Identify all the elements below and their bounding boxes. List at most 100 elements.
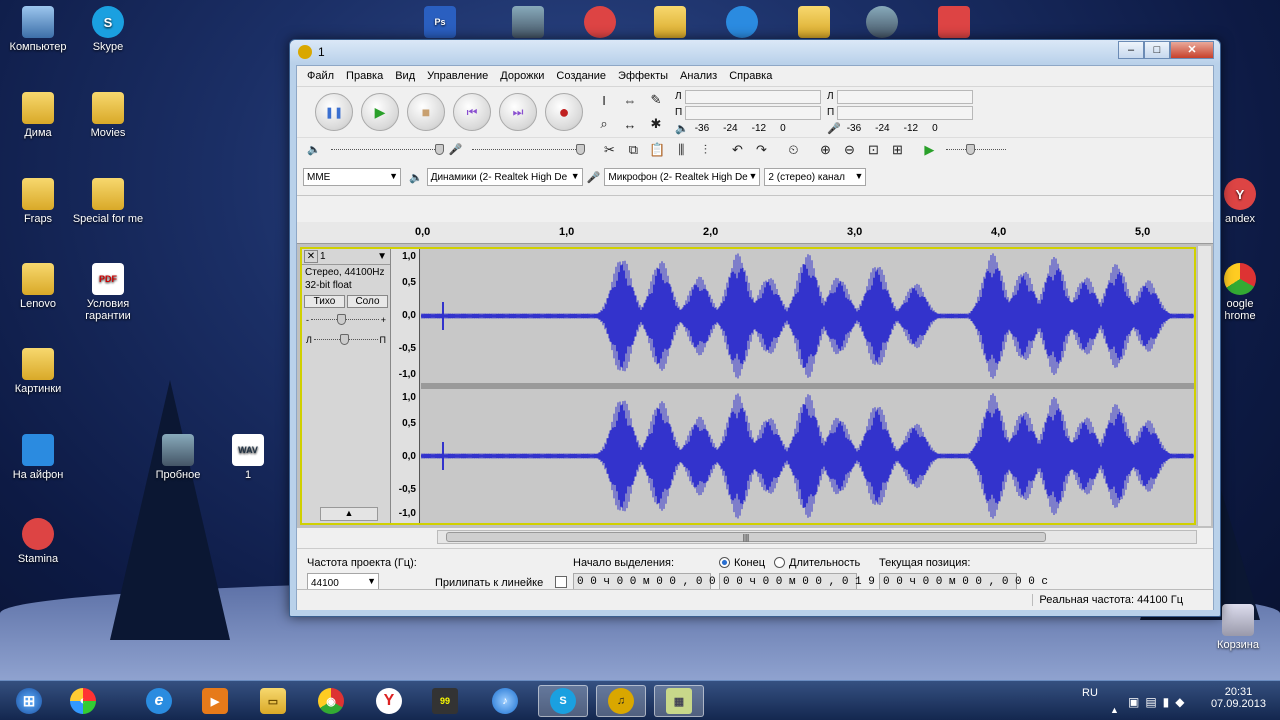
taskbar-notes[interactable]: ▦ [654,685,704,717]
zoom-out-icon[interactable]: ⊖ [838,139,860,161]
horizontal-scrollbar[interactable]: ||| [437,530,1197,544]
maximize-button[interactable]: □ [1144,41,1170,59]
timeshift-tool[interactable]: ↔ [619,113,641,135]
track-name[interactable]: 1 [320,251,377,262]
skip-to-end-button[interactable]: ⏭ [499,93,537,131]
taskbar-itunes[interactable]: ♪ [480,685,530,717]
taskbar-chrome[interactable]: ◉ [306,685,356,717]
taskbar-ie[interactable]: e [134,685,184,717]
recording-device-select[interactable]: Микрофон (2- Realtek High De ▼ [604,168,761,186]
taskbar-aimp[interactable]: 99 [420,685,470,717]
track-menu-arrow-icon[interactable]: ▼ [377,251,390,262]
track-close-icon[interactable]: ✕ [304,250,318,263]
multi-tool[interactable]: ✱ [645,113,667,135]
envelope-tool[interactable]: ⇔ [619,89,641,111]
fit-project-icon[interactable]: ⊞ [886,139,908,161]
desktop-icon-pictures[interactable]: Картинки [0,348,76,395]
collapse-track-button[interactable]: ▲ [320,507,378,521]
pause-button[interactable]: ❚❚ [315,93,353,131]
taskbar-yandex[interactable]: Y [364,685,414,717]
title-bar[interactable]: 1 – □ ✕ [290,40,1220,64]
desktop-top-icon[interactable] [580,6,620,41]
desktop-icon-special[interactable]: Special for me [70,178,146,225]
record-button[interactable]: ● [545,93,583,131]
playback-device-select[interactable]: Динамики (2- Realtek High De ▼ [426,168,583,186]
undo-icon[interactable]: ↶ [726,139,748,161]
skip-to-start-button[interactable]: ⏮ [453,93,491,131]
paste-icon[interactable]: 📋 [646,139,668,161]
desktop-top-icon[interactable] [934,6,974,41]
cut-icon[interactable]: ✂ [598,139,620,161]
menu-tracks[interactable]: Дорожки [494,70,550,82]
gain-slider[interactable] [311,314,379,326]
waveform-display[interactable] [421,249,1194,523]
desktop-icon-computer[interactable]: Компьютер [0,6,76,53]
taskbar-audacity[interactable]: ♫ [596,685,646,717]
mute-button[interactable]: Тихо [304,295,345,308]
clock[interactable]: 20:31 07.09.2013 [1211,686,1266,710]
audio-track[interactable]: ✕ 1 ▼ Стерео, 44100Hz 32-bit float Тихо … [300,247,1196,525]
desktop-icon-dima[interactable]: Дима [0,92,76,139]
desktop-top-icon[interactable] [862,6,902,41]
zoom-in-icon[interactable]: ⊕ [814,139,836,161]
redo-icon[interactable]: ↷ [750,139,772,161]
desktop-icon-wav[interactable]: WAV 1 [210,434,286,481]
input-volume-slider[interactable] [472,143,586,156]
menu-transport[interactable]: Управление [421,70,494,82]
vertical-scrollbar[interactable] [1197,246,1211,526]
channels-select[interactable]: 2 (стерео) канал ▼ [764,168,867,186]
timeline-ruler[interactable]: 0,0 1,0 2,0 3,0 4,0 5,0 [297,222,1213,244]
taskbar-explorer[interactable]: ▭ [248,685,298,717]
trim-icon[interactable]: ⫼ [670,139,692,161]
desktop-top-icon[interactable]: Ps [420,6,460,41]
menu-analyze[interactable]: Анализ [674,70,723,82]
pan-slider[interactable] [313,334,378,346]
zoom-tool[interactable]: ⌕ [593,113,615,135]
menu-view[interactable]: Вид [389,70,421,82]
sync-lock-icon[interactable]: ⏲ [782,139,804,161]
tray-arrow-icon[interactable]: ▲ [1110,705,1119,715]
desktop-icon-probnoe[interactable]: Пробное [140,434,216,481]
minimize-button[interactable]: – [1118,41,1144,59]
start-button[interactable]: ⊞ [4,685,54,717]
playback-meter[interactable]: Л П 🔈 -36 -24 -12 0 [675,89,821,135]
desktop-icon-fraps[interactable]: Fraps [0,178,76,225]
language-indicator[interactable]: RU [1082,687,1098,699]
copy-icon[interactable]: ⧉ [622,139,644,161]
length-radio[interactable] [774,557,785,568]
play-at-speed-icon[interactable]: ▶ [918,139,940,161]
stop-button[interactable]: ■ [407,93,445,131]
desktop-top-icon[interactable] [794,6,834,41]
menu-edit[interactable]: Правка [340,70,389,82]
selection-tool[interactable]: I [593,89,615,111]
menu-effects[interactable]: Эффекты [612,70,674,82]
desktop-icon-warranty[interactable]: PDF Условия гарантии [70,263,146,322]
desktop-icon-movies[interactable]: Movies [70,92,146,139]
menu-help[interactable]: Справка [723,70,778,82]
menu-file[interactable]: Файл [301,70,340,82]
host-select[interactable]: MME ▼ [303,168,401,186]
desktop-icon-stamina[interactable]: Stamina [0,518,76,565]
desktop-icon-lenovo[interactable]: Lenovo [0,263,76,310]
desktop-top-icon[interactable] [508,6,548,41]
desktop-icon-iphone[interactable]: На айфон [0,434,76,481]
end-radio[interactable] [719,557,730,568]
fit-selection-icon[interactable]: ⊡ [862,139,884,161]
play-button[interactable]: ▶ [361,93,399,131]
draw-tool[interactable]: ✎ [645,89,667,111]
taskbar-media-player[interactable]: ▶ [190,685,240,717]
vertical-scale[interactable]: 1,0 0,5 0,0 -0,5 -1,0 1,0 0,5 0,0 -0,5 -… [391,249,420,523]
desktop-top-icon[interactable] [722,6,762,41]
silence-icon[interactable]: ⫶ [694,139,716,161]
solo-button[interactable]: Соло [347,295,388,308]
snap-to-checkbox[interactable] [555,576,567,588]
output-volume-slider[interactable] [330,143,444,156]
close-button[interactable]: ✕ [1170,41,1214,59]
taskbar-media-center[interactable]: ◐ [58,685,108,717]
scroll-thumb[interactable]: ||| [446,532,1046,542]
tray-icons[interactable]: ▣▤▮◆ [1128,695,1191,709]
menu-generate[interactable]: Создание [550,70,612,82]
taskbar-skype[interactable]: S [538,685,588,717]
recording-meter[interactable]: Л П 🎤 -36 -24 -12 0 [827,89,973,135]
desktop-top-icon[interactable] [650,6,690,41]
